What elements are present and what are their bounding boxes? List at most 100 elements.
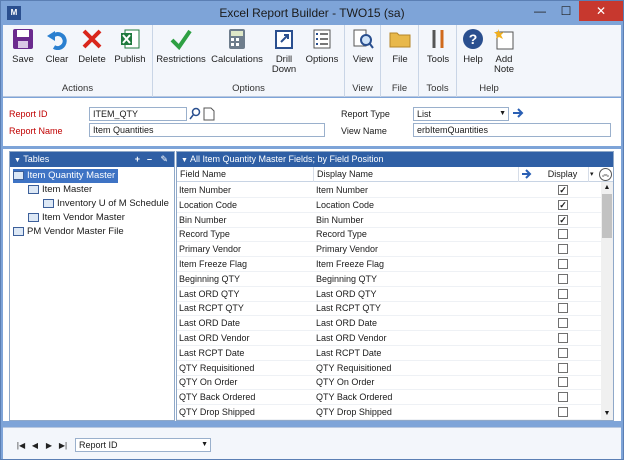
display-checkbox[interactable]: [558, 288, 568, 299]
display-checkbox[interactable]: ✓: [558, 185, 568, 195]
table-row[interactable]: QTY Requisitioned QTY Requisitioned: [177, 361, 601, 376]
remove-table-icon[interactable]: –: [147, 152, 152, 167]
display-name-cell[interactable]: QTY Back Ordered: [314, 390, 519, 404]
display-checkbox[interactable]: [558, 244, 568, 255]
display-checkbox[interactable]: [558, 273, 568, 284]
tree-item-pm-vendor-master-file[interactable]: PM Vendor Master File: [13, 225, 124, 239]
display-name-cell[interactable]: Last ORD QTY: [314, 287, 519, 301]
tree-item-item-master[interactable]: Item Master: [28, 183, 92, 197]
collapse-icon[interactable]: ▼: [14, 157, 21, 164]
table-row[interactable]: Item Number Item Number ✓: [177, 183, 601, 198]
display-checkbox[interactable]: [558, 377, 568, 388]
lookup-icon[interactable]: [189, 107, 201, 121]
table-row[interactable]: Last RCPT Date Last RCPT Date: [177, 346, 601, 361]
table-icon: [28, 184, 39, 194]
display-name-cell[interactable]: Item Freeze Flag: [314, 257, 519, 271]
tree-item-inventory-uofm-schedule[interactable]: Inventory U of M Schedule: [43, 197, 169, 211]
display-checkbox[interactable]: [558, 333, 568, 343]
display-checkbox[interactable]: [558, 392, 568, 403]
display-checkbox[interactable]: [558, 303, 568, 314]
add-table-icon[interactable]: +: [135, 152, 140, 167]
display-checkbox[interactable]: [558, 407, 568, 417]
clear-button[interactable]: Clear: [41, 27, 73, 65]
display-name-cell[interactable]: Item Number: [314, 183, 519, 197]
collapse-icon[interactable]: ▼: [181, 157, 188, 164]
last-record-icon[interactable]: ▶|: [57, 440, 69, 452]
table-row[interactable]: QTY On Order QTY On Order: [177, 375, 601, 391]
options-button[interactable]: Options: [303, 27, 341, 65]
delete-button[interactable]: Delete: [75, 27, 109, 65]
table-row[interactable]: Record Type Record Type: [177, 227, 601, 243]
table-row[interactable]: Location Code Location Code ✓: [177, 198, 601, 213]
vertical-scrollbar[interactable]: ▲ ▼: [601, 182, 613, 420]
close-button[interactable]: ✕: [579, 1, 623, 21]
tools-button[interactable]: Tools: [422, 27, 454, 65]
table-row[interactable]: QTY Back Ordered QTY Back Ordered: [177, 390, 601, 406]
display-checkbox[interactable]: [558, 318, 568, 329]
ribbon-group-tools: Tools Tools: [419, 25, 457, 97]
display-checkbox[interactable]: ✓: [558, 214, 568, 225]
scroll-down-icon[interactable]: ▼: [601, 408, 613, 420]
view-name-field[interactable]: erbItemQuantities: [413, 123, 611, 137]
add-note-button[interactable]: Add Note: [488, 27, 520, 75]
column-header-display[interactable]: Display: [537, 167, 589, 182]
svg-text:?: ?: [469, 31, 478, 47]
display-name-cell[interactable]: Primary Vendor: [314, 242, 519, 256]
display-name-cell[interactable]: QTY Drop Shipped: [314, 405, 519, 419]
table-row[interactable]: Primary Vendor Primary Vendor: [177, 242, 601, 258]
maximize-button[interactable]: ☐: [553, 1, 579, 21]
table-row[interactable]: QTY Drop Shipped QTY Drop Shipped: [177, 405, 601, 420]
view-button[interactable]: View: [347, 27, 379, 65]
display-name-cell[interactable]: QTY On Order: [314, 375, 519, 389]
scroll-up-icon[interactable]: ▲: [601, 182, 613, 194]
tables-header: ▼ Tables + – ✎: [10, 152, 174, 167]
display-name-cell[interactable]: Bin Number: [314, 213, 519, 227]
restrictions-button[interactable]: Restrictions: [155, 27, 207, 65]
scroll-thumb[interactable]: [602, 194, 612, 238]
table-row[interactable]: Bin Number Bin Number ✓: [177, 213, 601, 228]
display-name-cell[interactable]: Record Type: [314, 227, 519, 241]
report-id-field[interactable]: ITEM_QTY: [89, 107, 187, 121]
tables-header-label: Tables: [23, 154, 50, 164]
report-type-select[interactable]: List ▼: [413, 107, 509, 121]
previous-record-icon[interactable]: ◀: [29, 440, 41, 452]
table-row[interactable]: Last ORD Date Last ORD Date: [177, 316, 601, 332]
display-name-cell[interactable]: Last ORD Date: [314, 316, 519, 330]
table-row[interactable]: Last ORD QTY Last ORD QTY: [177, 287, 601, 302]
display-checkbox[interactable]: [558, 229, 568, 240]
next-record-icon[interactable]: ▶: [43, 440, 55, 452]
table-row[interactable]: Item Freeze Flag Item Freeze Flag: [177, 257, 601, 272]
display-name-cell[interactable]: Location Code: [314, 198, 519, 212]
display-name-cell[interactable]: Last RCPT QTY: [314, 301, 519, 315]
table-row[interactable]: Beginning QTY Beginning QTY: [177, 272, 601, 287]
publish-button[interactable]: Publish: [111, 27, 149, 65]
save-button[interactable]: Save: [7, 27, 39, 65]
table-row[interactable]: Last RCPT QTY Last RCPT QTY: [177, 301, 601, 317]
display-checkbox[interactable]: [558, 362, 568, 373]
display-checkbox[interactable]: [558, 259, 568, 269]
tree-item-item-quantity-master[interactable]: Item Quantity Master: [13, 169, 119, 183]
display-checkbox[interactable]: ✓: [558, 199, 568, 210]
new-document-icon[interactable]: [203, 107, 215, 121]
column-header-display-name[interactable]: Display Name: [314, 167, 519, 182]
first-record-icon[interactable]: |◀: [15, 440, 27, 452]
go-arrow-icon[interactable]: [511, 106, 525, 120]
drill-down-button[interactable]: Drill Down: [267, 27, 301, 75]
tree-item-item-vendor-master[interactable]: Item Vendor Master: [28, 211, 125, 225]
column-header-field-name[interactable]: Field Name: [177, 167, 314, 182]
display-name-cell[interactable]: QTY Requisitioned: [314, 361, 519, 375]
display-name-cell[interactable]: Beginning QTY: [314, 272, 519, 286]
report-name-field[interactable]: Item Quantities: [89, 123, 325, 137]
sort-order-select[interactable]: Report ID ▼: [75, 438, 211, 452]
calculations-button[interactable]: Calculations: [209, 27, 265, 65]
table-row[interactable]: Last ORD Vendor Last ORD Vendor: [177, 331, 601, 346]
display-name-cell[interactable]: Last ORD Vendor: [314, 331, 519, 345]
display-checkbox[interactable]: [558, 347, 568, 358]
file-button[interactable]: File: [384, 27, 416, 65]
edit-icon[interactable]: ✎: [160, 152, 168, 167]
minimize-button[interactable]: —: [527, 1, 553, 21]
display-name-cell[interactable]: Last RCPT Date: [314, 346, 519, 360]
expand-arrow-icon[interactable]: [521, 168, 535, 181]
collapse-up-icon[interactable]: ︽: [599, 168, 612, 181]
help-button[interactable]: ? Help: [459, 27, 487, 65]
